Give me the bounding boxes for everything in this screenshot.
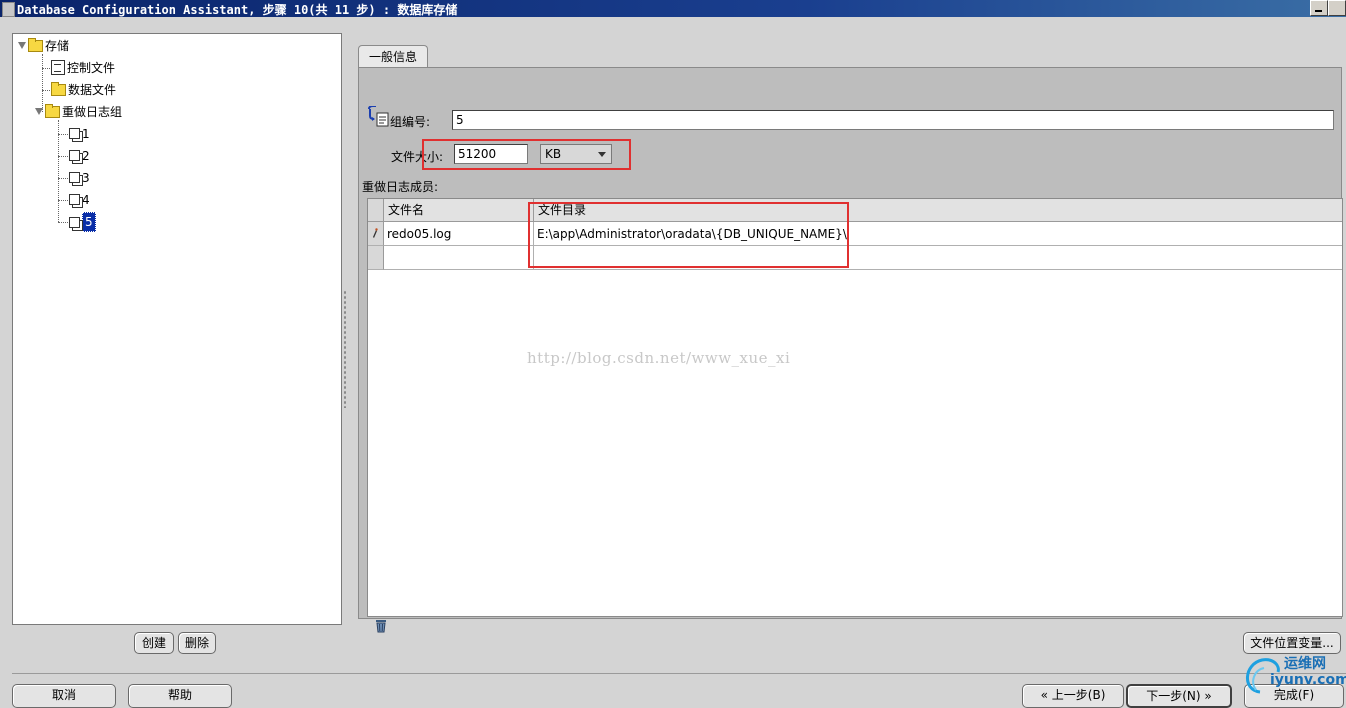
- tree-node-label-selected: 5: [82, 212, 96, 232]
- tree-line: [42, 90, 50, 91]
- redo-group-icon: [69, 150, 80, 161]
- tree-node-data-files[interactable]: 数据文件: [51, 80, 116, 98]
- cancel-button[interactable]: 取消: [12, 684, 116, 708]
- tree-node-label: 存储: [45, 37, 69, 55]
- folder-icon: [45, 106, 60, 118]
- storage-tree[interactable]: 存储 控制文件 数据文件 重做日志组 1 2 3 4 5: [12, 33, 342, 625]
- chevron-down-icon: [598, 152, 606, 157]
- chevron-right-icon: »: [1204, 689, 1211, 703]
- tree-line: [58, 178, 68, 179]
- window-title-bar: Database Configuration Assistant, 步骤 10(…: [0, 0, 1346, 17]
- tree-line: [58, 120, 59, 222]
- tree-node-label: 数据文件: [68, 81, 116, 99]
- folder-icon: [28, 40, 43, 52]
- help-button[interactable]: 帮助: [128, 684, 232, 708]
- table-cell-directory[interactable]: E:\app\Administrator\oradata\{DB_UNIQUE_…: [534, 222, 1342, 246]
- tree-node-group-1[interactable]: 1: [69, 124, 90, 142]
- edit-pencil-icon: [368, 222, 382, 244]
- column-header-file-name[interactable]: 文件名: [384, 199, 534, 221]
- row-header[interactable]: [368, 246, 384, 270]
- logo-text-cn: 运维网: [1284, 653, 1326, 673]
- file-size-unit-select[interactable]: KB: [540, 144, 612, 164]
- tree-line: [58, 156, 68, 157]
- tab-general-info[interactable]: 一般信息: [358, 45, 428, 68]
- group-number-field[interactable]: 5: [452, 110, 1334, 130]
- redo-group-icon: [69, 128, 80, 139]
- logo-text-url: iyunv.com: [1270, 672, 1346, 688]
- tree-node-group-2[interactable]: 2: [69, 146, 90, 164]
- trash-icon[interactable]: [375, 619, 387, 633]
- tree-line: [58, 134, 68, 135]
- tree-node-label: 3: [82, 169, 90, 187]
- chevron-left-icon: «: [1041, 688, 1048, 702]
- file-size-unit-value: KB: [545, 147, 561, 161]
- tree-node-label: 控制文件: [67, 59, 115, 77]
- tree-node-group-3[interactable]: 3: [69, 168, 90, 186]
- general-info-content: 组编号: 5 文件大小: 51200 KB 重做日志成员: 文件名 文件目录 r…: [358, 67, 1342, 619]
- tree-node-group-4[interactable]: 4: [69, 190, 90, 208]
- redo-group-icon: [69, 172, 80, 183]
- row-header[interactable]: [368, 222, 384, 246]
- tree-line: [42, 68, 50, 69]
- folder-icon: [51, 84, 66, 96]
- table-cell-file-name[interactable]: redo05.log: [384, 222, 534, 246]
- back-button[interactable]: « 上一步(B): [1022, 684, 1124, 708]
- file-size-input[interactable]: 51200: [454, 144, 528, 164]
- tree-node-label: 2: [82, 147, 90, 165]
- tree-node-control-files[interactable]: 控制文件: [51, 58, 115, 76]
- watermark-text: http://blog.csdn.net/www_xue_xi: [527, 349, 790, 367]
- tree-node-label: 1: [82, 125, 90, 143]
- expand-toggle-icon[interactable]: [18, 41, 27, 50]
- site-logo: 运维网 iyunv.com: [1240, 650, 1346, 696]
- group-number-label: 组编号:: [390, 113, 430, 130]
- minimize-button[interactable]: [1310, 0, 1328, 16]
- tree-node-redo-groups[interactable]: 重做日志组: [35, 102, 122, 120]
- table-cell-directory[interactable]: [534, 246, 1342, 270]
- create-button[interactable]: 创建: [134, 632, 174, 654]
- row-header-corner: [368, 199, 384, 221]
- redo-group-icon: [367, 106, 389, 128]
- tree-line: [58, 222, 68, 223]
- tree-node-storage[interactable]: 存储: [18, 36, 69, 54]
- window-title: Database Configuration Assistant, 步骤 10(…: [17, 1, 457, 18]
- table-header: 文件名 文件目录: [368, 199, 1342, 222]
- file-size-label: 文件大小:: [391, 148, 443, 165]
- redo-group-icon: [69, 194, 80, 205]
- maximize-button[interactable]: [1328, 0, 1346, 16]
- tree-node-group-5[interactable]: 5: [69, 212, 96, 230]
- detail-panel: 一般信息 组编号: 5 文件大小: 51200 KB 重做日志成员: 文件名 文…: [353, 33, 1345, 623]
- panel-splitter[interactable]: [343, 290, 347, 408]
- control-file-icon: [51, 60, 65, 75]
- column-header-directory[interactable]: 文件目录: [534, 199, 1342, 221]
- back-button-label: 上一步(B): [1052, 688, 1106, 702]
- tree-line: [58, 200, 68, 201]
- app-icon[interactable]: [2, 2, 15, 17]
- delete-button[interactable]: 删除: [178, 632, 216, 654]
- expand-toggle-icon[interactable]: [35, 107, 44, 116]
- next-button-label: 下一步(N): [1146, 689, 1200, 703]
- redo-group-icon: [69, 217, 80, 228]
- tree-node-label: 4: [82, 191, 90, 209]
- table-cell-file-name[interactable]: [384, 246, 534, 270]
- redo-members-table[interactable]: 文件名 文件目录 redo05.log E:\app\Administrator…: [367, 198, 1343, 617]
- footer-divider: [12, 673, 1346, 674]
- tree-node-label: 重做日志组: [62, 103, 122, 121]
- next-button[interactable]: 下一步(N) »: [1126, 684, 1232, 708]
- redo-members-label: 重做日志成员:: [362, 178, 438, 195]
